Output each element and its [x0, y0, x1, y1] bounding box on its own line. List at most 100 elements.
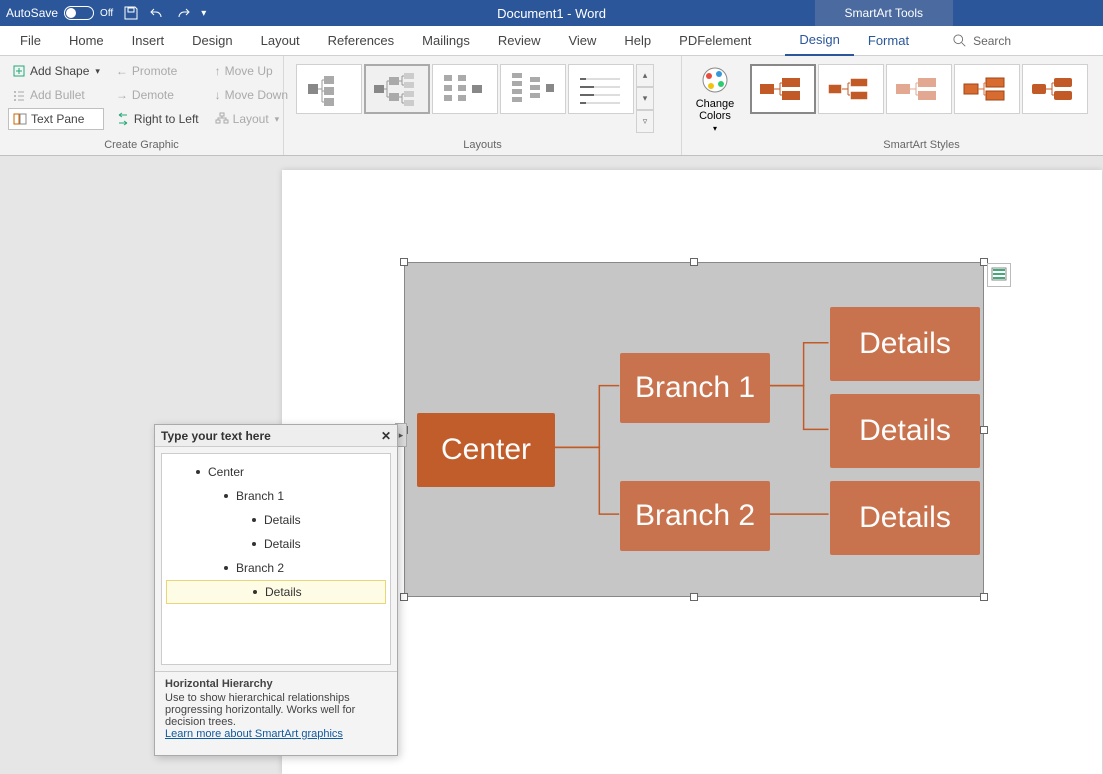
smartart-node-branch1[interactable]: Branch 1: [620, 353, 770, 423]
hierarchy-thumb-icon: [576, 71, 626, 107]
add-bullet-button[interactable]: Add Bullet: [8, 84, 104, 106]
scroll-up-icon[interactable]: ▴: [636, 64, 654, 87]
list-item[interactable]: Details: [166, 508, 386, 532]
layout-option-1[interactable]: [296, 64, 362, 114]
group-smartart-styles: SmartArt Styles: [740, 56, 1103, 155]
group-create-graphic: Add Shape▾ Add Bullet Text Pane ←Promote…: [0, 56, 284, 155]
tab-references[interactable]: References: [314, 26, 408, 56]
close-icon[interactable]: ✕: [381, 429, 391, 443]
palette-icon: [699, 64, 731, 96]
autosave-state: Off: [100, 8, 113, 19]
desc-body: Use to show hierarchical relationships p…: [165, 692, 355, 728]
tab-insert[interactable]: Insert: [118, 26, 179, 56]
rtl-icon: [116, 112, 130, 126]
scroll-down-icon[interactable]: ▾: [636, 87, 654, 110]
qat-more-icon[interactable]: ▾: [201, 8, 206, 19]
smartart-node-details[interactable]: Details: [830, 394, 980, 468]
smartart-object[interactable]: ▸ Center Branch 1 Branch 2 Details Detai…: [404, 262, 984, 597]
tab-smartart-format[interactable]: Format: [854, 26, 923, 56]
bullet-icon: [196, 470, 200, 474]
layout-icon: [215, 112, 229, 126]
style-thumb-icon: [960, 74, 1014, 104]
list-item[interactable]: Branch 1: [166, 484, 386, 508]
tab-smartart-design[interactable]: Design: [785, 26, 853, 56]
page: ▸ Center Branch 1 Branch 2 Details Detai…: [282, 170, 1102, 774]
move-up-button[interactable]: ↑Move Up: [211, 60, 292, 82]
bullet-icon: [224, 566, 228, 570]
add-shape-button[interactable]: Add Shape▾: [8, 60, 104, 82]
smartart-node-branch2[interactable]: Branch 2: [620, 481, 770, 551]
tab-help[interactable]: Help: [610, 26, 665, 56]
desc-title: Horizontal Hierarchy: [165, 678, 387, 690]
title-bar: AutoSave Off ▾ Document1 - Word SmartArt…: [0, 0, 1103, 26]
change-colors-button[interactable]: Change Colors ▾: [690, 60, 740, 137]
autosave-toggle[interactable]: AutoSave Off: [6, 6, 113, 20]
text-pane-button[interactable]: Text Pane: [8, 108, 104, 130]
list-item[interactable]: Branch 2: [166, 556, 386, 580]
ribbon-tabs: File Home Insert Design Layout Reference…: [0, 26, 1103, 56]
bullet-icon: [252, 542, 256, 546]
quick-access-toolbar: ▾: [123, 5, 206, 21]
layout-option-3[interactable]: [432, 64, 498, 114]
list-item-selected[interactable]: Details: [166, 580, 386, 604]
bullet-icon: [252, 518, 256, 522]
style-thumb-icon: [1028, 74, 1082, 104]
layout-option-2-selected[interactable]: [364, 64, 430, 114]
hierarchy-thumb-icon: [304, 71, 354, 107]
style-option-3[interactable]: [886, 64, 952, 114]
save-icon[interactable]: [123, 5, 139, 21]
style-thumb-icon: [756, 74, 810, 104]
style-option-1-selected[interactable]: [750, 64, 816, 114]
contextual-tab-title: SmartArt Tools: [815, 0, 953, 26]
list-item[interactable]: Center: [166, 460, 386, 484]
list-item[interactable]: Details: [166, 532, 386, 556]
expand-gallery-icon[interactable]: ▿: [636, 110, 654, 133]
text-pane-list[interactable]: Center Branch 1 Details Details Branch 2…: [161, 453, 391, 665]
ribbon: Add Shape▾ Add Bullet Text Pane ←Promote…: [0, 56, 1103, 156]
smartart-node-details[interactable]: Details: [830, 307, 980, 381]
group-label-styles: SmartArt Styles: [748, 137, 1095, 153]
text-pane-icon: [13, 112, 27, 126]
layouts-scroll[interactable]: ▴▾▿: [636, 64, 654, 133]
bullet-icon: [224, 494, 228, 498]
move-down-button[interactable]: ↓Move Down: [211, 84, 292, 106]
text-pane-header: Type your text here ✕: [155, 425, 397, 447]
layout-options-icon: [991, 267, 1007, 283]
style-thumb-icon: [824, 74, 878, 104]
text-pane[interactable]: Type your text here ✕ Center Branch 1 De…: [154, 424, 398, 756]
toggle-switch-icon: [64, 6, 94, 20]
autosave-label: AutoSave: [6, 6, 58, 20]
tab-file[interactable]: File: [6, 26, 55, 56]
hierarchy-thumb-icon: [440, 71, 490, 107]
redo-icon[interactable]: [175, 5, 191, 21]
hierarchy-thumb-icon: [508, 71, 558, 107]
tab-view[interactable]: View: [554, 26, 610, 56]
document-title: Document1 - Word: [497, 6, 606, 21]
promote-button[interactable]: ←Promote: [112, 60, 203, 82]
tab-design[interactable]: Design: [178, 26, 246, 56]
style-option-5[interactable]: [1022, 64, 1088, 114]
text-pane-title: Type your text here: [161, 429, 271, 443]
demote-button[interactable]: →Demote: [112, 84, 203, 106]
smartart-node-details[interactable]: Details: [830, 481, 980, 555]
style-option-2[interactable]: [818, 64, 884, 114]
tab-review[interactable]: Review: [484, 26, 555, 56]
tell-me-search[interactable]: Search: [953, 34, 1011, 48]
tab-mailings[interactable]: Mailings: [408, 26, 484, 56]
group-label-layouts: Layouts: [292, 137, 673, 153]
layout-option-5[interactable]: [568, 64, 634, 114]
group-label-create-graphic: Create Graphic: [8, 137, 275, 153]
undo-icon[interactable]: [149, 5, 165, 21]
tab-pdfelement[interactable]: PDFelement: [665, 26, 765, 56]
layout-option-4[interactable]: [500, 64, 566, 114]
right-to-left-button[interactable]: Right to Left: [112, 108, 203, 130]
style-option-4[interactable]: [954, 64, 1020, 114]
group-change-colors: Change Colors ▾: [682, 56, 740, 155]
layout-button[interactable]: Layout▾: [211, 108, 292, 130]
search-icon: [953, 34, 967, 48]
layout-options-button[interactable]: [987, 263, 1011, 287]
smartart-node-center[interactable]: Center: [417, 413, 555, 487]
learn-more-link[interactable]: Learn more about SmartArt graphics: [165, 728, 343, 740]
tab-layout[interactable]: Layout: [247, 26, 314, 56]
tab-home[interactable]: Home: [55, 26, 118, 56]
